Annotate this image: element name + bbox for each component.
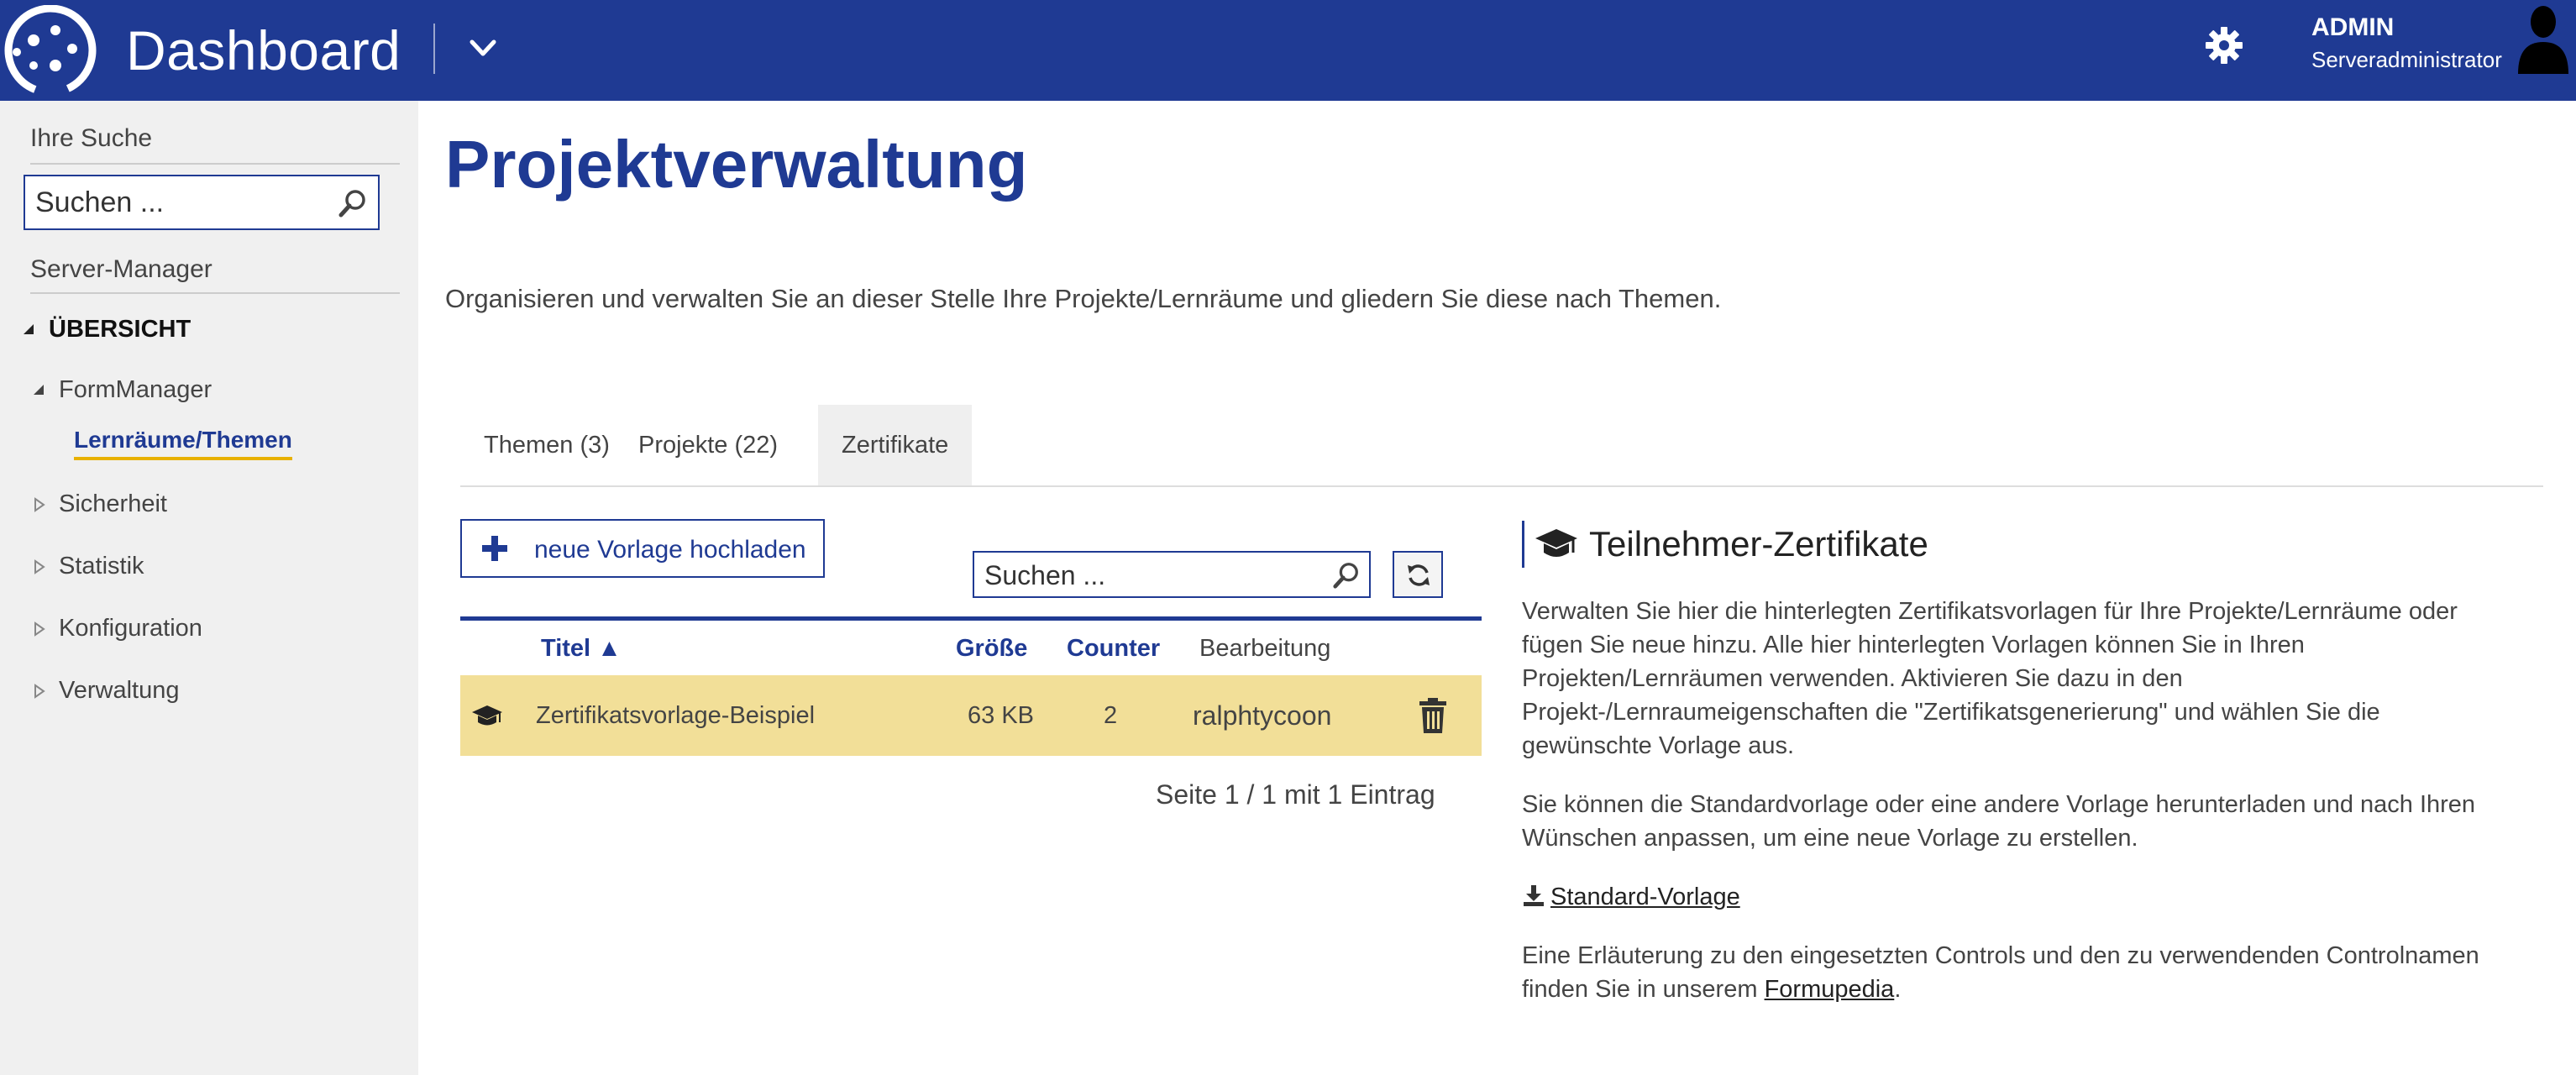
cell-title[interactable]: Zertifikatsvorlage-Beispiel (536, 702, 815, 730)
pagination-info: Seite 1 / 1 mit 1 Eintrag (1156, 779, 1435, 810)
triangle-collapsed-icon[interactable] (34, 621, 45, 637)
info-text-fragment: . (1894, 976, 1902, 1003)
column-header-title[interactable]: Titel ▲ (541, 635, 622, 663)
info-text-line: Eine Erläuterung zu den eingesetzten Con… (1522, 942, 2479, 969)
triangle-collapsed-icon[interactable] (34, 684, 45, 699)
info-text-fragment: finden Sie in unserem (1522, 976, 1765, 1003)
dashboard-logo-icon[interactable] (0, 5, 101, 96)
sidebar-item-formmanager[interactable]: FormManager (59, 376, 212, 404)
download-icon[interactable] (1522, 884, 1545, 907)
triangle-expanded-icon[interactable] (32, 383, 45, 396)
info-accent-bar (1522, 521, 1524, 568)
tab-themen[interactable]: Themen (3) (460, 405, 633, 485)
standard-template-link[interactable]: Standard-Vorlage (1550, 884, 1740, 910)
chevron-down-icon[interactable] (464, 29, 502, 67)
sidebar-item-statistik[interactable]: Statistik (59, 553, 144, 580)
tab-projekte[interactable]: Projekte (22) (615, 405, 801, 485)
upload-template-label: neue Vorlage hochladen (534, 536, 806, 564)
info-paragraph-2: Sie können die Standardvorlage oder eine… (1522, 788, 2530, 855)
top-header: Dashboard ADMIN Serveradministrator (0, 0, 2576, 101)
user-role: Serveradministrator (2311, 47, 2502, 72)
search-icon[interactable] (1332, 561, 1361, 590)
info-text-line: finden Sie in unserem Formupedia. (1522, 973, 2530, 1006)
cell-edit-user: ralphtycoon (1193, 700, 1332, 731)
user-name[interactable]: ADMIN (2311, 13, 2394, 42)
triangle-collapsed-icon[interactable] (34, 497, 45, 512)
refresh-button[interactable] (1393, 551, 1443, 598)
info-text-line: Projekten/Lernräumen verwenden. Aktivier… (1522, 665, 2183, 692)
triangle-expanded-icon[interactable] (22, 322, 35, 336)
sidebar-item-lernraeume-themen[interactable]: Lernräume/Themen (74, 427, 292, 460)
info-paragraph-3: Eine Erläuterung zu den eingesetzten Con… (1522, 939, 2530, 1006)
refresh-icon (1408, 564, 1430, 586)
tab-bar: Themen (3) Projekte (22) Zertifikate (460, 405, 2543, 487)
cell-counter: 2 (1104, 702, 1118, 729)
avatar-icon[interactable] (2516, 3, 2570, 74)
download-row: Standard-Vorlage (1522, 880, 2530, 914)
search-label: Ihre Suche (30, 124, 153, 152)
sidebar-search-input[interactable] (35, 183, 329, 222)
sidebar-divider (30, 292, 400, 294)
cell-size: 63 KB (968, 702, 1034, 729)
table-row[interactable]: Zertifikatsvorlage-Beispiel 63 KB 2 ralp… (460, 675, 1482, 756)
sidebar-divider (30, 163, 400, 165)
app-title: Dashboard (126, 19, 401, 81)
sidebar-item-konfiguration[interactable]: Konfiguration (59, 615, 202, 642)
header-divider (433, 24, 435, 74)
formupedia-link[interactable]: Formupedia (1765, 976, 1895, 1003)
graduation-cap-icon (1535, 529, 1577, 557)
search-icon[interactable] (338, 188, 368, 218)
graduation-cap-icon (472, 705, 502, 726)
sidebar-search-box (24, 175, 380, 230)
page-description: Organisieren und verwalten Sie an dieser… (445, 284, 1722, 313)
tab-zertifikate[interactable]: Zertifikate (818, 405, 973, 485)
trash-icon[interactable] (1418, 697, 1448, 734)
info-paragraph-1: Verwalten Sie hier die hinterlegten Zert… (1522, 595, 2530, 763)
column-header-counter[interactable]: Counter (1067, 635, 1160, 663)
info-text-line: Wünschen anpassen, um eine neue Vorlage … (1522, 825, 2138, 852)
table-search-input[interactable] (984, 558, 1320, 593)
gear-icon[interactable] (2204, 25, 2244, 66)
section-label: Server-Manager (30, 255, 212, 283)
page-title: Projektverwaltung (445, 127, 1028, 202)
table-top-border (460, 616, 1482, 621)
info-text-line: gewünschte Vorlage aus. (1522, 732, 1795, 759)
sidebar: Ihre Suche Server-Manager ÜBERSICHT Form… (0, 101, 418, 1075)
triangle-collapsed-icon[interactable] (34, 559, 45, 574)
info-text-line: Verwalten Sie hier die hinterlegten Zert… (1522, 598, 2458, 625)
sidebar-item-verwaltung[interactable]: Verwaltung (59, 677, 180, 705)
info-text-line: Projekt-/Lernraumeigenschaften die "Zert… (1522, 699, 2380, 726)
column-header-size[interactable]: Größe (956, 635, 1027, 663)
info-text-line: Sie können die Standardvorlage oder eine… (1522, 791, 2476, 818)
sidebar-item-sicherheit[interactable]: Sicherheit (59, 490, 167, 518)
upload-template-button[interactable]: neue Vorlage hochladen (460, 519, 825, 578)
info-title: Teilnehmer-Zertifikate (1589, 524, 1928, 564)
column-header-edit: Bearbeitung (1199, 635, 1331, 662)
sidebar-item-overview[interactable]: ÜBERSICHT (49, 316, 191, 343)
info-text-line: fügen Sie neue hinzu. Alle hier hinterle… (1522, 632, 2305, 658)
plus-icon (482, 536, 507, 561)
table-search-box (973, 551, 1371, 598)
